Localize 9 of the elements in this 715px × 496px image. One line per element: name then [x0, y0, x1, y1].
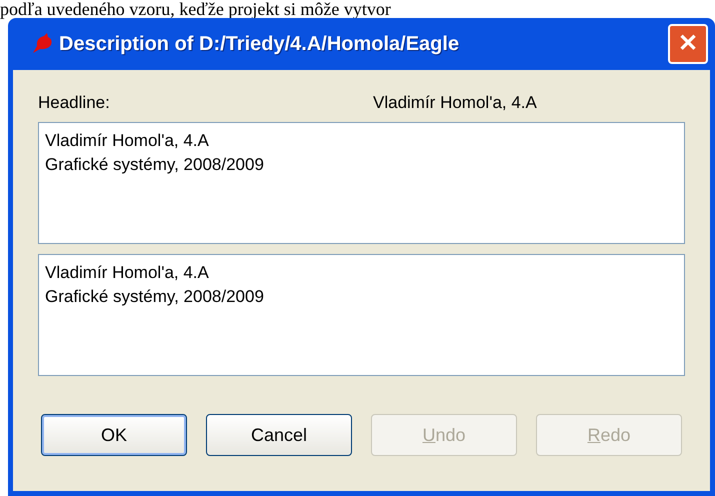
window-title: Description of D:/Triedy/4.A/Homola/Eagle — [59, 32, 460, 57]
headline-label: Headline: — [38, 92, 111, 114]
text-area[interactable]: Vladimír Homol'a, 4.A Grafické systémy, 2008/2009 — [38, 122, 685, 244]
dialog-button[interactable]: OK — [41, 414, 187, 456]
headline-value: Vladimír Homol'a, 4.A — [373, 92, 537, 114]
text-area[interactable]: Vladimír Homol'a, 4.A Grafické systémy, 2008/2009 — [38, 254, 685, 376]
document-text: podľa uvedeného vzoru, keďže projekt si môže vytvor — [0, 0, 391, 18]
close-button[interactable]: ✕ — [668, 24, 708, 64]
dialog-button[interactable]: Cancel — [206, 414, 352, 456]
